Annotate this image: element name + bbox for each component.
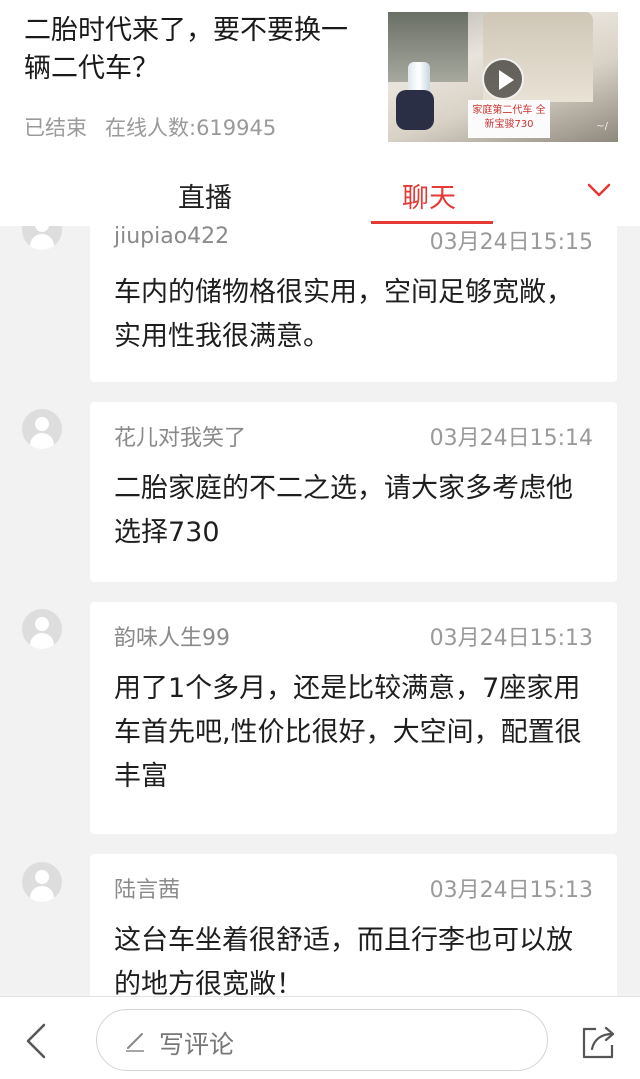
tab-bar: 直播 聊天 <box>0 160 640 226</box>
comment-time: 03月24日15:15 <box>429 230 593 255</box>
live-status: 已结束 <box>24 116 87 140</box>
comment-text: 这台车坐着很舒适，而且行李也可以放的地方很宽敞！ <box>114 925 573 996</box>
bottom-bar: 写评论 <box>0 996 640 1079</box>
live-meta: 已结束 在线人数:619945 <box>24 112 276 142</box>
chevron-down-icon[interactable] <box>586 180 612 200</box>
hand <box>396 90 434 130</box>
live-title: 二胎时代来了，要不要换一辆二代车？ <box>24 15 348 84</box>
comment-username[interactable]: jiupiao422 <box>114 226 229 249</box>
play-icon[interactable] <box>482 58 524 100</box>
comment-text: 二胎家庭的不二之选，请大家多考虑他选择730 <box>114 473 573 548</box>
chat-list[interactable]: jiupiao422 03月24日15:15 车内的储物格很实用，空间足够宽敞，… <box>0 226 640 996</box>
pen-icon <box>126 1033 144 1052</box>
share-icon[interactable] <box>578 1021 620 1061</box>
user-avatar-icon[interactable] <box>22 226 62 250</box>
comment-text: 用了1个多月，还是比较满意，7座家用车首先吧,性价比很好，大空间，配置很丰富 <box>114 673 582 792</box>
video-watermark: ~/ <box>596 121 608 132</box>
comment-username[interactable]: 陆言茜 <box>114 872 180 904</box>
video-thumbnail[interactable]: 家庭第二代车 全新宝骏730 ~/ <box>388 12 618 142</box>
tab-chat[interactable]: 聊天 <box>402 176 456 215</box>
active-tab-indicator <box>371 221 493 224</box>
tab-live[interactable]: 直播 <box>178 176 232 215</box>
user-avatar-icon[interactable] <box>22 409 62 449</box>
comment-text: 车内的储物格很实用，空间足够宽敞，实用性我很满意。 <box>114 277 573 352</box>
video-sign: 家庭第二代车 全新宝骏730 <box>468 100 550 138</box>
comment-time: 03月24日15:13 <box>429 626 593 651</box>
live-header: 二胎时代来了，要不要换一辆二代车？ 已结束 在线人数:619945 家庭第二代车 … <box>0 0 640 160</box>
comment-input[interactable]: 写评论 <box>96 1009 548 1071</box>
comment-placeholder: 写评论 <box>159 1030 235 1059</box>
user-avatar-icon[interactable] <box>22 862 62 902</box>
user-avatar-icon[interactable] <box>22 609 62 649</box>
comment-time: 03月24日15:14 <box>429 426 593 451</box>
comment-card: 花儿对我笑了 03月24日15:14 二胎家庭的不二之选，请大家多考虑他选择73… <box>90 402 617 582</box>
comment-username[interactable]: 花儿对我笑了 <box>114 420 246 452</box>
comment-username[interactable]: 韵味人生99 <box>114 620 230 652</box>
comment-card: 韵味人生99 03月24日15:13 用了1个多月，还是比较满意，7座家用车首先… <box>90 602 617 834</box>
online-count: 在线人数:619945 <box>105 116 277 140</box>
back-arrow-icon[interactable] <box>22 1021 52 1061</box>
comment-card: jiupiao422 03月24日15:15 车内的储物格很实用，空间足够宽敞，… <box>90 226 617 382</box>
comment-time: 03月24日15:13 <box>429 878 593 903</box>
comment-card: 陆言茜 03月24日15:13 这台车坐着很舒适，而且行李也可以放的地方很宽敞！ <box>90 854 617 996</box>
